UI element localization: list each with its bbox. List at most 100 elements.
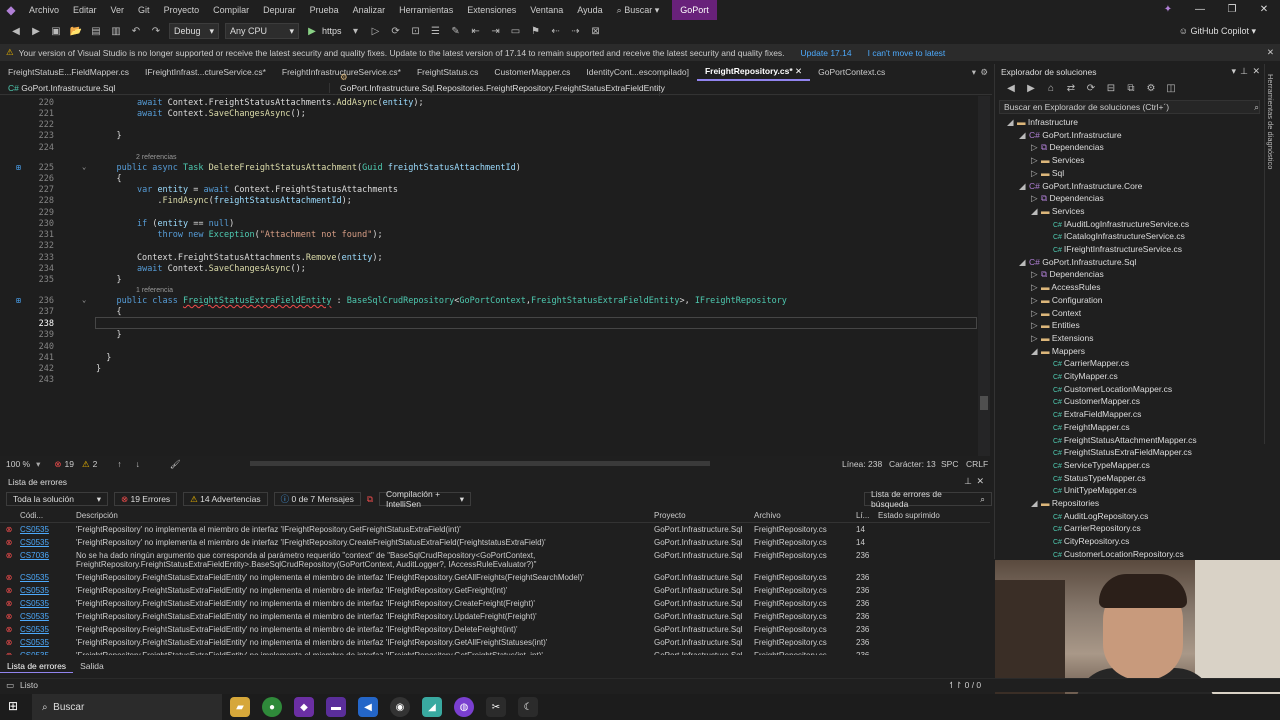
filter-icon[interactable]: ⧉ xyxy=(367,494,373,505)
table-row[interactable]: ⊗ CS0535 'FreightRepository' no implementa… xyxy=(0,523,990,536)
table-row[interactable]: ⊗ CS7036 No se ha dado ningún argumento qu… xyxy=(0,549,990,571)
forward-icon[interactable]: ▶ xyxy=(28,23,44,39)
layout-icon[interactable]: ☰ xyxy=(428,23,444,39)
collapsed-chevron-icon[interactable]: ▷ xyxy=(1031,192,1041,204)
messages-toggle[interactable]: ⓘ 0 de 7 Mensajes xyxy=(273,492,361,506)
expanded-chevron-icon[interactable]: ◢ xyxy=(1031,345,1041,357)
warnings-toggle[interactable]: ⚠ 14 Advertencias xyxy=(183,492,268,506)
warning-count[interactable]: 2 xyxy=(93,459,98,469)
chevron-down-icon[interactable]: ▾ xyxy=(36,459,40,470)
collapse-all-icon[interactable]: ⊟ xyxy=(1103,80,1119,96)
menu-analizar[interactable]: Analizar xyxy=(346,0,393,20)
prev-issue-icon[interactable]: ↑ xyxy=(117,459,121,469)
collapsed-chevron-icon[interactable]: ▷ xyxy=(1031,167,1041,179)
platform-select[interactable]: Any CPU ▾ xyxy=(225,23,299,39)
menu-ventana[interactable]: Ventana xyxy=(523,0,570,20)
col-header-code[interactable]: Códi... xyxy=(18,509,76,522)
diagnostic-tools-strip[interactable]: Herramientas de diagnóstico xyxy=(1264,64,1280,444)
preview-icon[interactable]: ◫ xyxy=(1163,80,1179,96)
tab-freightrepository[interactable]: FreightRepository.cs* ✕ xyxy=(696,63,811,81)
forward-icon[interactable]: ▶ xyxy=(1023,80,1039,96)
notes-icon[interactable]: ◢ xyxy=(422,697,442,717)
new-item-icon[interactable]: ▣ xyxy=(48,23,64,39)
line-ending[interactable]: CRLF xyxy=(966,459,988,469)
menu-herramientas[interactable]: Herramientas xyxy=(392,0,460,20)
tree-item[interactable]: ▷ ⧉ Dependencias xyxy=(1031,141,1104,153)
user-avatar-icon[interactable]: ✦ xyxy=(1152,0,1184,20)
codelens-icon[interactable]: ⊞ xyxy=(16,296,21,305)
tree-item[interactable]: ▷ ▬ Sql xyxy=(1031,167,1064,179)
code-editor[interactable]: 220 221 222 223 224 225 226 227 228 229 … xyxy=(0,96,990,456)
settings-icon[interactable]: ⚙ xyxy=(980,67,988,78)
error-search-input[interactable]: Lista de errores de búsqueda ⌕ xyxy=(864,489,992,509)
sync-icon[interactable]: ⇄ xyxy=(1063,80,1079,96)
col-header-project[interactable]: Proyecto xyxy=(654,509,754,522)
zoom-level[interactable]: 100 % xyxy=(6,459,30,469)
save-all-icon[interactable]: ▥ xyxy=(108,23,124,39)
menu-search[interactable]: ⌕ Buscar ▾ xyxy=(610,0,667,20)
refresh-icon[interactable]: ⟳ xyxy=(1083,80,1099,96)
col-header-suppression[interactable]: Estado suprimido xyxy=(878,509,978,522)
tree-item[interactable]: ▷ ▬ Configuration xyxy=(1031,294,1102,306)
codelens-icon[interactable]: ⊞ xyxy=(16,163,21,172)
close-icon[interactable]: ✕ xyxy=(1252,66,1260,77)
table-row[interactable]: ⊗ CS0535 'FreightRepository' no implementa… xyxy=(0,536,990,549)
tab-ifreightinfrastructureservice[interactable]: IFreightInfrast...ctureService.cs* xyxy=(137,64,274,80)
table-row[interactable]: ⊗CS0535'FreightRepository.FreightStatusE… xyxy=(0,636,990,649)
menu-extensiones[interactable]: Extensiones xyxy=(460,0,523,20)
file-explorer-icon[interactable]: ▰ xyxy=(230,697,250,717)
minimize-icon[interactable]: — xyxy=(1184,0,1216,20)
tab-freightstatusextrafieldmapper[interactable]: FreightStatusE...FieldMapper.cs xyxy=(0,64,137,80)
taskbar-search[interactable]: ⌕ Buscar xyxy=(32,694,222,720)
attach-icon[interactable]: ✎ xyxy=(448,23,464,39)
collapsed-chevron-icon[interactable]: ▷ xyxy=(1031,141,1041,153)
tree-item[interactable]: ◢ C# GoPort.Infrastructure xyxy=(1019,129,1122,141)
tree-item[interactable]: ▷ ▬ Context xyxy=(1031,307,1081,319)
tab-error-list[interactable]: Lista de errores xyxy=(0,660,74,673)
col-header-file[interactable]: Archivo xyxy=(754,509,856,522)
errors-toggle[interactable]: ⊗ 19 Errores xyxy=(114,492,178,506)
tree-item[interactable]: ▷ ⧉ Dependencias xyxy=(1031,192,1104,204)
expanded-chevron-icon[interactable]: ◢ xyxy=(1019,180,1029,192)
refresh-icon[interactable]: ⟳ xyxy=(388,23,404,39)
expanded-chevron-icon[interactable]: ◢ xyxy=(1031,497,1041,509)
back-icon[interactable]: ◀ xyxy=(8,23,24,39)
table-row[interactable]: ⊗CS0535'FreightRepository.FreightStatusE… xyxy=(0,584,990,597)
collapsed-chevron-icon[interactable]: ▷ xyxy=(1031,332,1041,344)
build-filter-select[interactable]: Compilación + IntelliSen ▾ xyxy=(378,489,471,509)
visual-studio-icon[interactable]: ◆ xyxy=(294,697,314,717)
expanded-chevron-icon[interactable]: ◢ xyxy=(1019,256,1029,268)
table-row[interactable]: ⊗CS0535'FreightRepository.FreightStatusE… xyxy=(0,623,990,636)
home-icon[interactable]: ⌂ xyxy=(1043,80,1059,96)
windows-start-icon[interactable]: ⊞ xyxy=(8,699,18,713)
close-tab-icon[interactable]: ✕ xyxy=(795,66,802,76)
run-without-debug-icon[interactable]: ▷ xyxy=(368,23,384,39)
tree-item[interactable]: ▷ ▬ Entities xyxy=(1031,319,1080,331)
menu-editar[interactable]: Editar xyxy=(66,0,104,20)
properties-icon[interactable]: ⚙ xyxy=(1143,80,1159,96)
undo-icon[interactable]: ↶ xyxy=(128,23,144,39)
editor-scrollbar[interactable] xyxy=(978,96,990,456)
bookmark-prev-icon[interactable]: ⇠ xyxy=(548,23,564,39)
collapsed-chevron-icon[interactable]: ▷ xyxy=(1031,319,1041,331)
collapsed-chevron-icon[interactable]: ▷ xyxy=(1031,281,1041,293)
bookmark-icon[interactable]: ⚑ xyxy=(528,23,544,39)
collapsed-chevron-icon[interactable]: ▷ xyxy=(1031,268,1041,280)
collapsed-chevron-icon[interactable]: ▷ xyxy=(1031,154,1041,166)
menu-git[interactable]: Git xyxy=(131,0,157,20)
align-icon[interactable]: ⇤ xyxy=(468,23,484,39)
run-options-icon[interactable]: ▾ xyxy=(348,23,364,39)
app-icon[interactable]: ☾ xyxy=(518,697,538,717)
tree-item[interactable]: ◢ ▬ Services xyxy=(1031,205,1084,217)
comment-icon[interactable]: ▭ xyxy=(508,23,524,39)
browser-link-icon[interactable]: ⊡ xyxy=(408,23,424,39)
collapse-icon[interactable]: ⌄ xyxy=(82,296,86,304)
close-icon[interactable]: ✕ xyxy=(976,476,984,487)
indent-icon[interactable]: ⇥ xyxy=(488,23,504,39)
chrome-icon[interactable]: ● xyxy=(262,697,282,717)
terminal-icon[interactable]: ▬ xyxy=(326,697,346,717)
menu-prueba[interactable]: Prueba xyxy=(303,0,346,20)
error-count[interactable]: 19 xyxy=(65,459,74,469)
tree-item[interactable]: ◢ ▬ Mappers xyxy=(1031,345,1085,357)
tree-item[interactable]: ▷ ▬ Services xyxy=(1031,154,1084,166)
